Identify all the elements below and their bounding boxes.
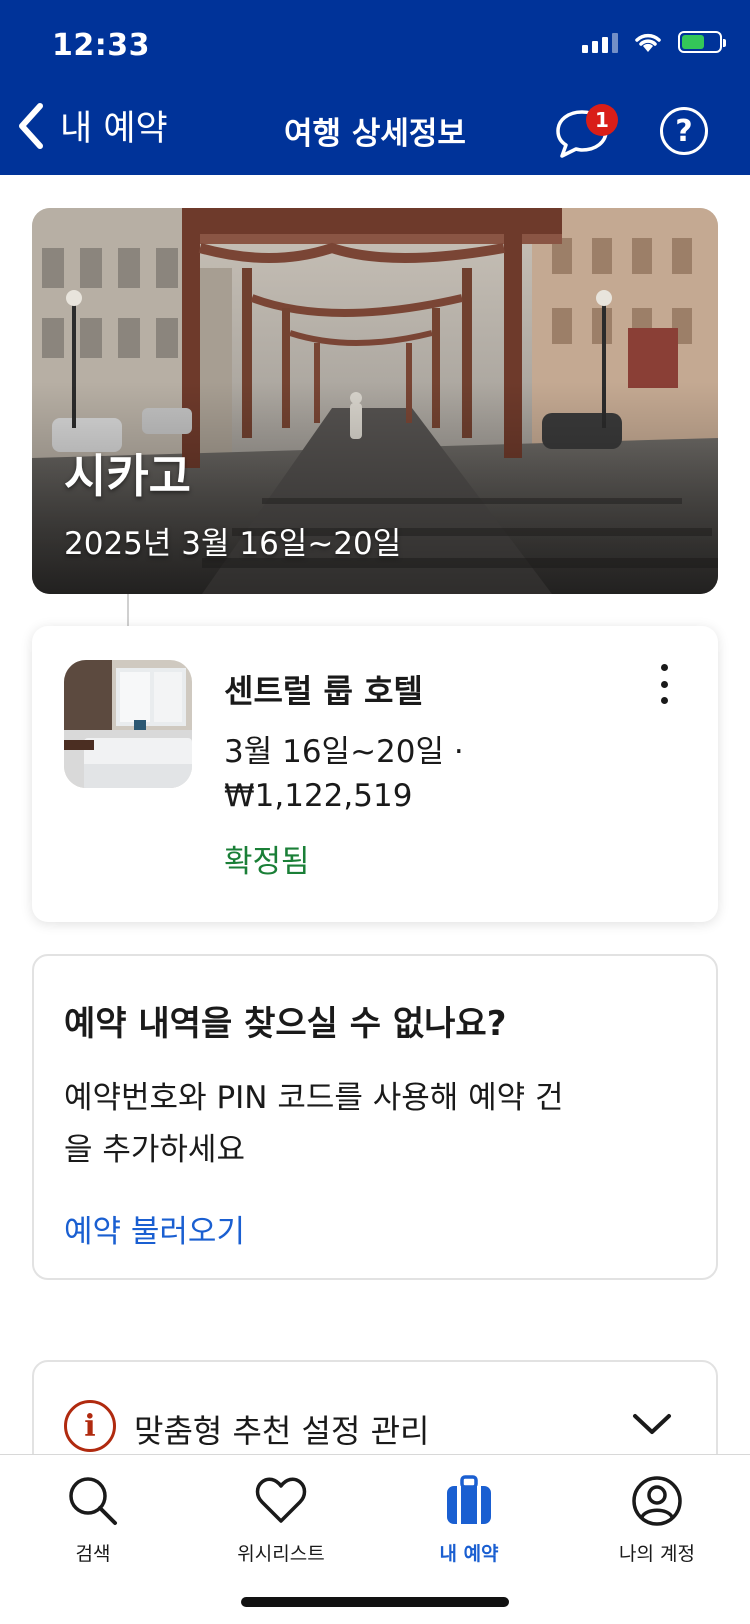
booking-status: 확정됨	[224, 844, 310, 880]
tab-my-bookings[interactable]: 내 예약	[379, 1473, 559, 1566]
timeline-connector	[127, 594, 129, 626]
cellular-signal-icon	[582, 31, 618, 53]
suitcase-icon	[447, 1475, 491, 1524]
help-button-label: ?	[675, 113, 693, 149]
recommendation-settings-label: 맞춤형 추천 설정 관리	[134, 1412, 430, 1450]
tab-search[interactable]: 검색	[3, 1473, 183, 1566]
wifi-icon	[635, 33, 661, 52]
tab-my-account[interactable]: 나의 계정	[567, 1473, 747, 1566]
tab-my-account-label: 나의 계정	[619, 1543, 695, 1565]
hotel-dates: 3월 16일~20일 ·	[224, 734, 464, 770]
trip-dates: 2025년 3월 16일~20일	[64, 526, 402, 562]
top-header: 12:33 내 예약 여행 상세정보 1 ?	[0, 0, 750, 175]
tab-my-bookings-label: 내 예약	[439, 1543, 499, 1565]
info-icon: i	[64, 1400, 116, 1452]
home-indicator[interactable]	[241, 1597, 509, 1607]
heart-icon	[255, 1477, 307, 1523]
tab-wishlist[interactable]: 위시리스트	[191, 1473, 371, 1566]
hotel-price: ₩1,122,519	[224, 778, 413, 814]
trip-city: 시카고	[64, 449, 191, 503]
trip-hero-card[interactable]: 시카고 2025년 3월 16일~20일	[32, 208, 718, 594]
status-time: 12:33	[52, 28, 150, 63]
search-icon	[69, 1477, 117, 1525]
hotel-booking-card[interactable]: 센트럴 룹 호텔 3월 16일~20일 · ₩1,122,519 확정됨	[32, 626, 718, 922]
page-title: 여행 상세정보	[284, 116, 466, 152]
find-booking-title: 예약 내역을 찾으실 수 없나요?	[64, 1004, 507, 1044]
retrieve-booking-link[interactable]: 예약 불러오기	[64, 1206, 245, 1251]
hotel-name: 센트럴 룹 호텔	[224, 672, 423, 710]
tab-wishlist-label: 위시리스트	[237, 1543, 325, 1565]
find-booking-card: 예약 내역을 찾으실 수 없나요? 예약번호와 PIN 코드를 사용해 예약 건…	[32, 954, 718, 1280]
find-booking-description: 예약번호와 PIN 코드를 사용해 예약 건을 추가하세요	[64, 1080, 564, 1168]
battery-icon	[678, 31, 726, 53]
help-button[interactable]: ?	[660, 107, 708, 155]
hotel-room-image	[64, 660, 192, 788]
more-options-icon[interactable]	[654, 664, 674, 704]
status-icons	[582, 30, 726, 54]
message-badge: 1	[586, 104, 618, 136]
tab-search-label: 검색	[75, 1543, 111, 1565]
app-screen: 12:33 내 예약 여행 상세정보 1 ? 시카고 2025년 3월 16일~…	[0, 0, 750, 1624]
chevron-down-icon	[633, 1414, 671, 1434]
account-icon	[632, 1476, 682, 1526]
